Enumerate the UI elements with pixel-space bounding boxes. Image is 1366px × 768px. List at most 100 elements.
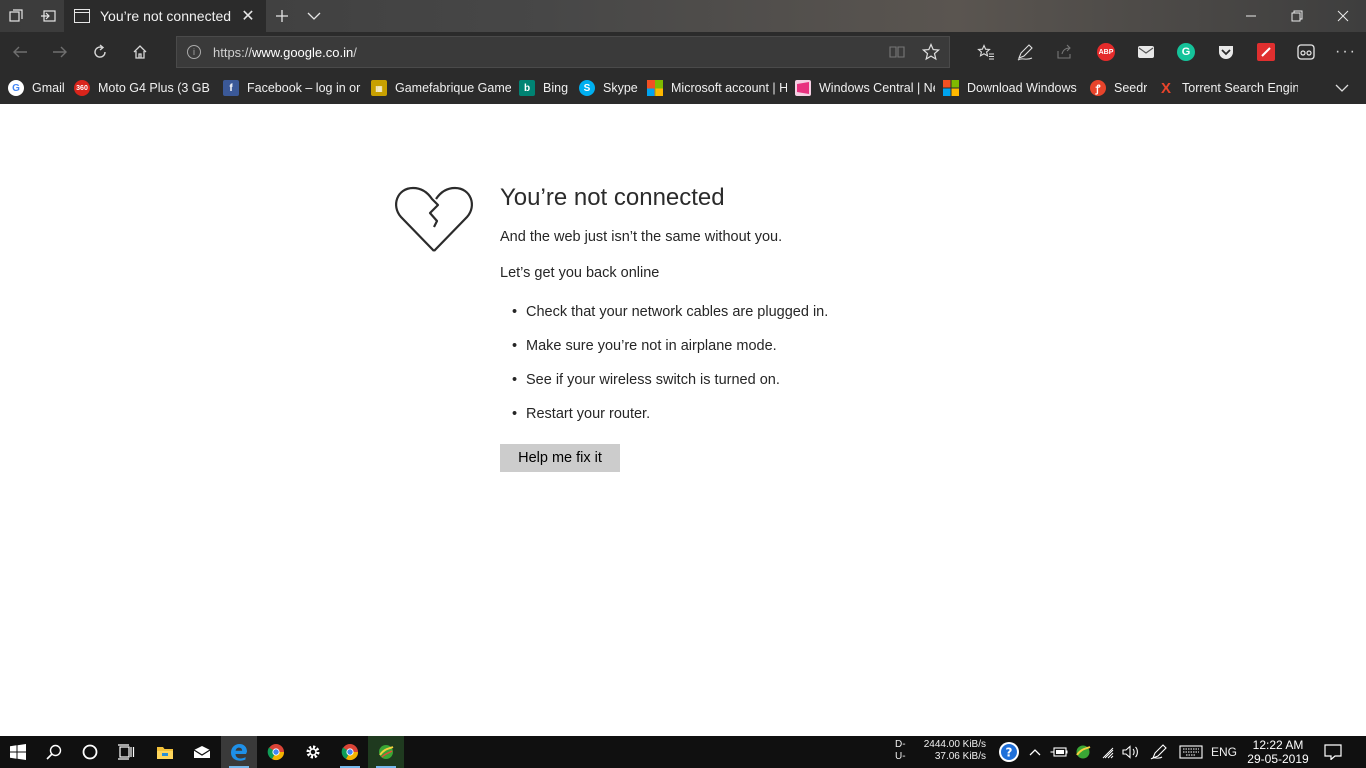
list-item: Check that your network cables are plugg… [512,304,828,338]
address-bar[interactable]: i https://www.google.co.in/ [176,36,950,68]
favorite-item-microsoft-account[interactable]: Microsoft account | H [647,79,787,97]
tab-active[interactable]: You’re not connected ✕ [64,0,266,32]
edge-browser-icon[interactable] [221,736,257,768]
reading-view-icon[interactable] [881,37,913,67]
net-down-label: D- [895,739,906,750]
favorite-item-seedr[interactable]: ꝭ Seedr [1090,79,1154,97]
download-manager-icon[interactable] [368,736,404,768]
more-options-icon[interactable]: ··· [1330,36,1362,68]
new-tab-icon[interactable] [266,0,298,32]
minimize-icon[interactable] [1228,0,1274,32]
x-icon: X [1160,79,1171,97]
home-icon[interactable] [124,36,156,68]
bing-icon: b [519,80,535,96]
battery-icon[interactable] [1048,736,1070,768]
favorite-label: Facebook – log in or : [247,81,363,95]
reader-extension-icon[interactable] [1297,43,1315,61]
task-view-icon[interactable] [108,736,144,768]
url-scheme: https:// [213,44,253,60]
favorite-label: Seedr [1114,81,1148,95]
tab-preview-chevron-icon[interactable] [298,0,330,32]
forward-icon[interactable] [44,36,76,68]
favorites-bar: G Gmail 360 Moto G4 Plus (3 GB R f Faceb… [0,72,1366,104]
list-item: Make sure you’re not in airplane mode. [512,338,828,372]
clock-time: 12:22 AM [1252,738,1304,752]
system-clock[interactable]: 12:22 AM 29-05-2019 [1240,738,1316,766]
show-hidden-icons-chevron-icon[interactable] [1024,736,1046,768]
favorite-item-torrent-search[interactable]: X Torrent Search Engine [1158,79,1298,97]
favorite-item-windows-central[interactable]: Windows Central | Ne [795,79,935,97]
chrome-running-icon[interactable] [332,736,368,768]
help-icon[interactable]: ? [996,736,1022,768]
favorite-label: Microsoft account | H [671,81,787,95]
web-note-pen-icon[interactable] [1009,36,1041,68]
page-icon [74,9,90,23]
mail-extension-icon[interactable] [1137,43,1155,61]
tab-title: You’re not connected [100,8,232,24]
share-icon[interactable] [1049,36,1081,68]
restore-icon[interactable] [1274,0,1320,32]
refresh-icon[interactable] [84,36,116,68]
net-speed-labels: D- U- [895,739,906,763]
pocket-icon[interactable] [1217,43,1235,61]
favorites-hub-icon[interactable] [970,36,1002,68]
favorite-item-facebook[interactable]: f Facebook – log in or : [223,79,363,97]
clock-date: 29-05-2019 [1247,752,1309,766]
set-aside-tabs-icon[interactable] [32,0,64,32]
favorite-item-moto[interactable]: 360 Moto G4 Plus (3 GB R [74,79,214,97]
language-indicator[interactable]: ENG [1208,736,1240,768]
title-bar: You’re not connected ✕ [0,0,1366,32]
windows-start-icon[interactable] [0,736,36,768]
back-icon[interactable] [4,36,36,68]
mail-app-icon[interactable] [184,736,220,768]
search-icon[interactable] [36,736,72,768]
touch-keyboard-icon[interactable] [1176,736,1206,768]
chrome-icon[interactable] [258,736,294,768]
skype-icon: S [579,80,595,96]
windows-central-icon [795,80,811,96]
pen-workspace-icon[interactable] [1146,736,1172,768]
chevron-down-icon[interactable] [1332,78,1352,98]
site-info-icon[interactable]: i [187,45,201,59]
close-tab-icon[interactable]: ✕ [238,6,258,26]
google-icon: G [8,80,24,96]
navigation-bar: i https://www.google.co.in/ ABP G ··· [0,32,1366,72]
error-subtitle: And the web just isn’t the same without … [500,229,783,245]
troubleshooting-list: Check that your network cables are plugg… [512,304,828,440]
favorite-label: Skype [603,81,638,95]
cortana-icon[interactable] [72,736,108,768]
download-tray-icon[interactable] [1072,736,1094,768]
tab-manager-icon[interactable] [0,0,32,32]
volume-icon[interactable] [1120,736,1142,768]
game-icon: ▦ [371,80,387,96]
net-up-speed: 37.06 KiB/s [934,751,986,762]
file-explorer-icon[interactable] [147,736,183,768]
favorite-label: Windows Central | Ne [819,81,935,95]
settings-gear-icon[interactable] [295,736,331,768]
seedr-icon: ꝭ [1090,80,1106,96]
360-icon: 360 [74,80,90,96]
favorite-item-gmail[interactable]: G Gmail [8,79,68,97]
microsoft-icon [943,80,959,96]
page-title: You’re not connected [500,184,725,211]
favorite-label: Download Windows 1 [967,81,1080,95]
microsoft-icon [647,80,663,96]
net-speed-values: 2444.00 KiB/s 37.06 KiB/s [914,739,986,763]
adblock-plus-icon[interactable]: ABP [1097,43,1115,61]
help-me-fix-it-button[interactable]: Help me fix it [500,444,620,472]
wifi-icon[interactable] [1096,736,1120,768]
facebook-icon: f [223,80,239,96]
broken-heart-icon [395,186,473,252]
favorite-star-icon[interactable] [915,37,947,67]
flipboard-icon[interactable] [1257,43,1275,61]
favorite-label: Gmail [32,81,65,95]
svg-text:?: ? [1006,746,1013,760]
favorite-item-skype[interactable]: S Skype [579,79,649,97]
favorite-item-download-windows[interactable]: Download Windows 1 [943,79,1080,97]
url-text: https://www.google.co.in/ [213,45,357,60]
favorite-item-gamefabrique[interactable]: ▦ Gamefabrique Games [371,79,511,97]
error-page: You’re not connected And the web just is… [0,104,1366,736]
close-window-icon[interactable] [1320,0,1366,32]
action-center-icon[interactable] [1320,736,1346,768]
grammarly-icon[interactable]: G [1177,43,1195,61]
